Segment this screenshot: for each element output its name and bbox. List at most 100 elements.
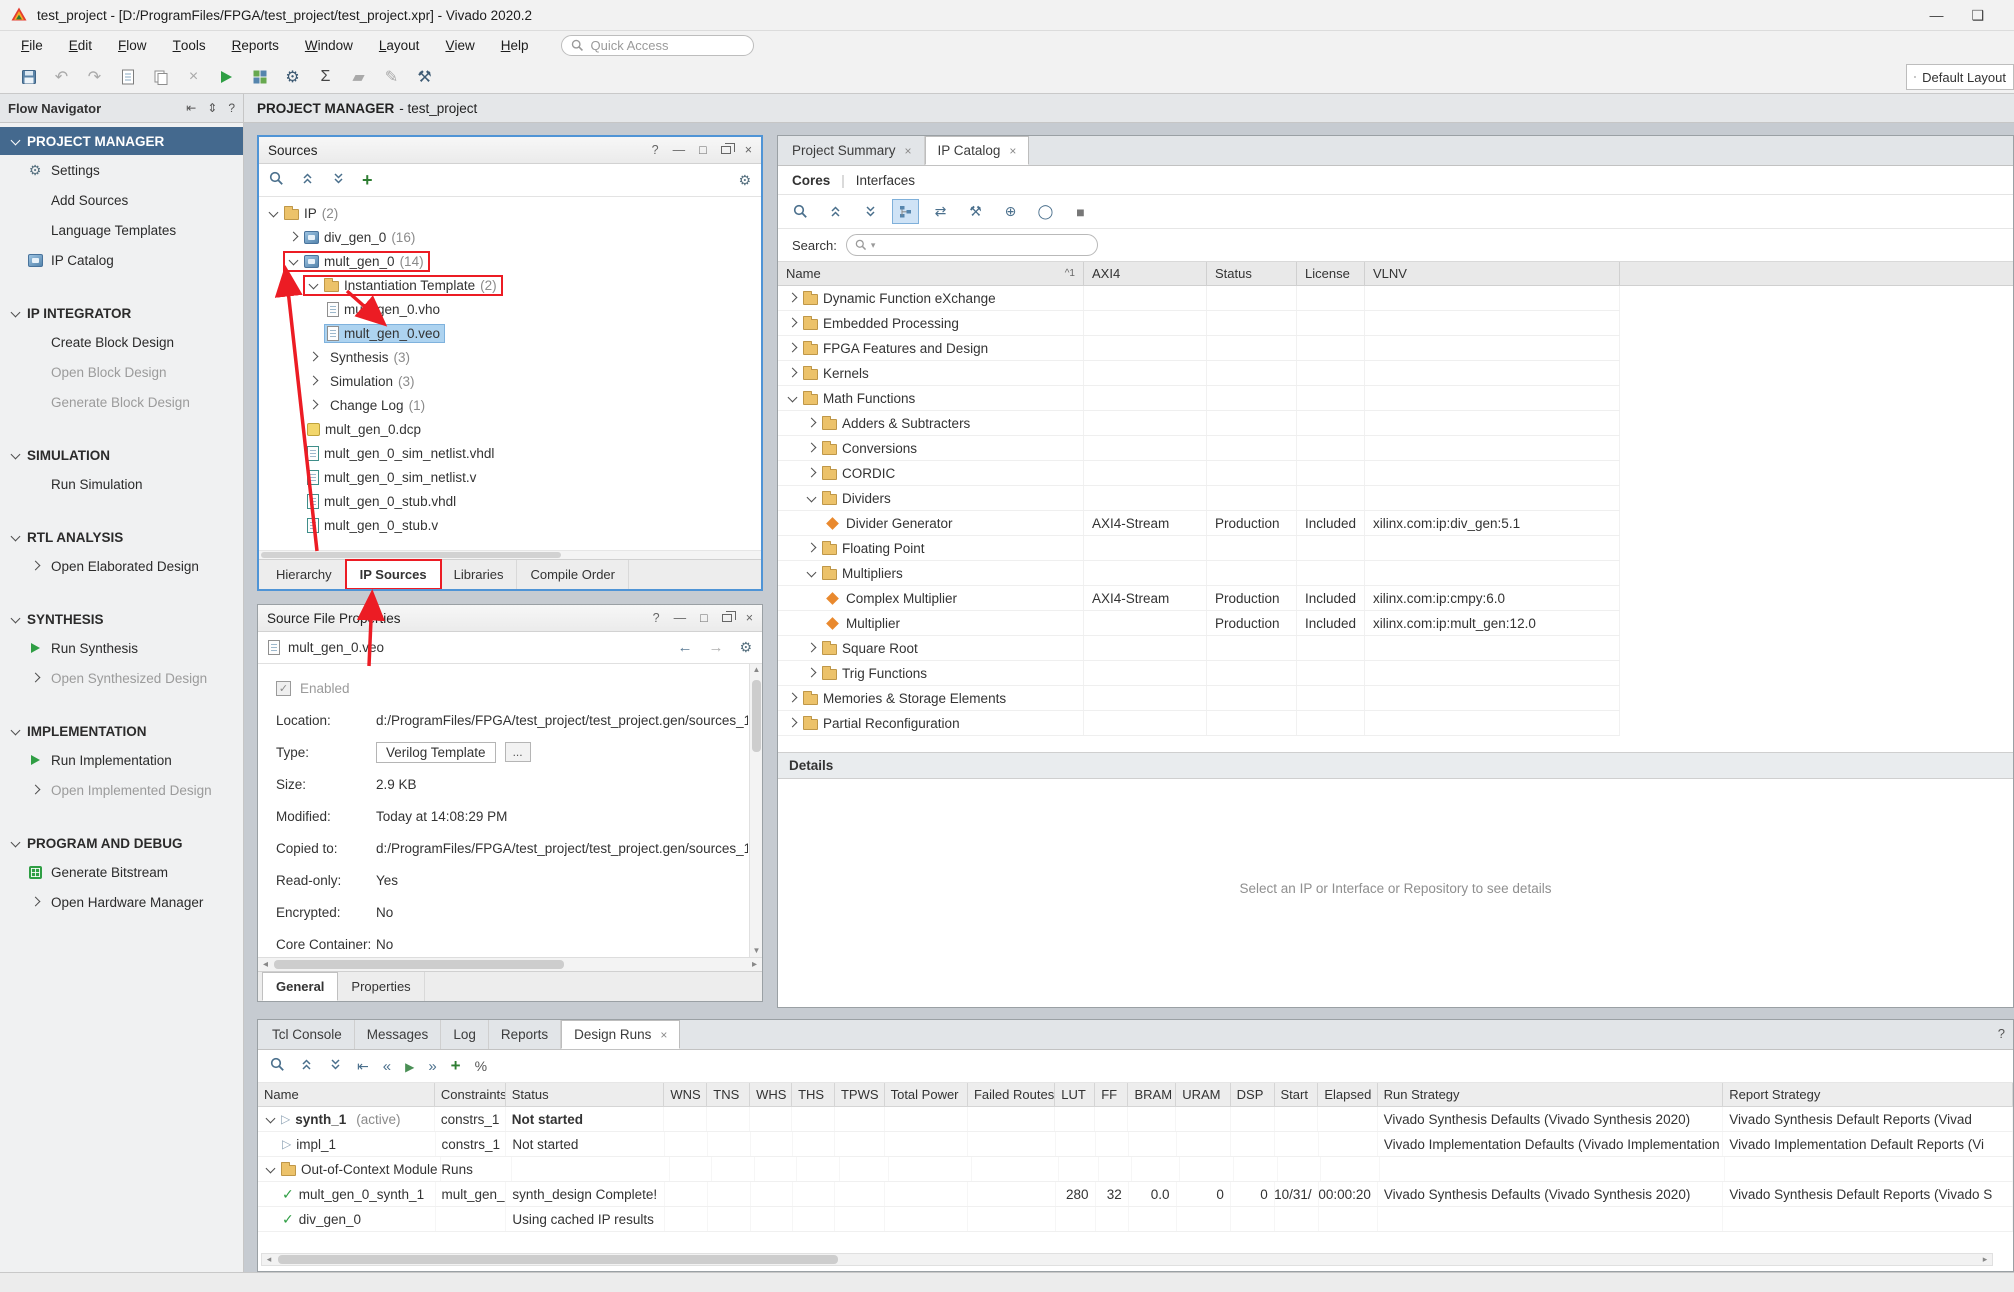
scrollbar-thumb[interactable] — [261, 552, 561, 558]
maximize-button[interactable]: ❑ — [1971, 7, 1984, 24]
column-header-ths[interactable]: THS — [792, 1083, 835, 1106]
flow-item-run-simulation[interactable]: Run Simulation — [0, 469, 243, 499]
tab-ip-catalog[interactable]: IP Catalog× — [925, 136, 1030, 165]
tab-tcl-console[interactable]: Tcl Console — [260, 1020, 355, 1049]
column-header-whs[interactable]: WHS — [750, 1083, 792, 1106]
float-icon[interactable] — [722, 614, 732, 622]
expand-all-button[interactable] — [857, 199, 884, 224]
tab-messages[interactable]: Messages — [355, 1020, 442, 1049]
delete-button[interactable]: × — [177, 63, 210, 90]
column-header-status[interactable]: Status — [506, 1083, 665, 1106]
source-tree-item[interactable]: mult_gen_0_stub.vhdl — [259, 489, 761, 513]
column-header-report-strategy[interactable]: Report Strategy — [1723, 1083, 2013, 1106]
menu-window[interactable]: Window — [292, 31, 366, 60]
column-header-elapsed[interactable]: Elapsed — [1318, 1083, 1377, 1106]
tab-log[interactable]: Log — [441, 1020, 489, 1049]
expander-icon[interactable] — [287, 231, 299, 243]
flow-item-open-block-design[interactable]: Open Block Design — [0, 357, 243, 387]
expander-icon[interactable] — [307, 279, 319, 291]
expander-icon[interactable] — [786, 717, 798, 729]
run-button[interactable] — [210, 63, 243, 90]
design-run-row[interactable]: Out-of-Context Module Runs — [258, 1157, 2013, 1182]
search-dropdown-caret[interactable]: ▾ — [871, 240, 876, 251]
column-header-total-power[interactable]: Total Power — [885, 1083, 968, 1106]
column-header-wns[interactable]: WNS — [664, 1083, 707, 1106]
column-header-dsp[interactable]: DSP — [1231, 1083, 1275, 1106]
column-header-tns[interactable]: TNS — [707, 1083, 750, 1106]
redo-button[interactable]: ↷ — [78, 63, 111, 90]
horizontal-scrollbar[interactable]: ◂ ▸ — [261, 1253, 1993, 1266]
menu-layout[interactable]: Layout — [366, 31, 433, 60]
ip-catalog-row[interactable]: Dividers — [778, 486, 1620, 511]
flow-item-language-templates[interactable]: Language Templates — [0, 215, 243, 245]
expander-icon[interactable] — [9, 135, 21, 147]
run-selected-button[interactable]: ▶ — [405, 1058, 414, 1074]
column-header-tpws[interactable]: TPWS — [835, 1083, 885, 1106]
gear-icon[interactable]: ⚙ — [739, 639, 752, 656]
design-run-row[interactable]: ✓div_gen_0Using cached IP results — [258, 1207, 2013, 1232]
source-tree-item[interactable]: mult_gen_0.veo — [259, 321, 761, 345]
expander-icon[interactable] — [9, 449, 21, 461]
expander-icon[interactable] — [805, 417, 817, 429]
expander-icon[interactable] — [264, 1113, 276, 1125]
scroll-down-icon[interactable]: ▼ — [750, 945, 762, 957]
expand-all-button[interactable] — [331, 171, 346, 189]
column-header-failed-routes[interactable]: Failed Routes — [968, 1083, 1055, 1106]
flow-item-open-hardware-manager[interactable]: Open Hardware Manager — [0, 887, 243, 917]
ip-catalog-row[interactable]: FPGA Features and Design — [778, 336, 1620, 361]
vertical-scrollbar[interactable]: ▲ ▼ — [749, 664, 762, 957]
help-icon[interactable]: ? — [1998, 1026, 2005, 1041]
expander-icon[interactable] — [805, 442, 817, 454]
menu-file[interactable]: File — [8, 31, 56, 60]
expander-icon[interactable] — [805, 642, 817, 654]
expander-icon[interactable] — [786, 342, 798, 354]
expander-icon[interactable] — [786, 317, 798, 329]
expander-icon[interactable] — [786, 292, 798, 304]
scrollbar-thumb[interactable] — [274, 960, 564, 969]
menu-view[interactable]: View — [432, 31, 487, 60]
flow-item-open-implemented-design[interactable]: Open Implemented Design — [0, 775, 243, 805]
search-button[interactable] — [269, 171, 284, 189]
column-header-vlnv[interactable]: VLNV — [1365, 262, 1620, 285]
source-tree-item[interactable]: mult_gen_0(14) — [259, 249, 761, 273]
column-header-run-strategy[interactable]: Run Strategy — [1378, 1083, 1724, 1106]
expander-icon[interactable] — [9, 613, 21, 625]
ip-catalog-row[interactable]: MultiplierProductionIncludedxilinx.com:i… — [778, 611, 1620, 636]
swap-button[interactable]: ⇄ — [927, 199, 954, 224]
blocks-button[interactable] — [243, 63, 276, 90]
expander-icon[interactable] — [805, 667, 817, 679]
tab-close-icon[interactable]: × — [660, 1028, 667, 1042]
property-value-input[interactable]: Verilog Template — [376, 742, 496, 763]
tab-properties[interactable]: Properties — [338, 972, 424, 1001]
minimize-button[interactable]: — — [1929, 7, 1943, 24]
tab-design-runs[interactable]: Design Runs× — [561, 1020, 680, 1049]
tab-hierarchy[interactable]: Hierarchy — [263, 560, 346, 589]
flow-section-simulation[interactable]: SIMULATION — [0, 441, 243, 469]
flow-section-rtl-analysis[interactable]: RTL ANALYSIS — [0, 523, 243, 551]
step-back-button[interactable]: « — [383, 1058, 391, 1075]
source-tree-item[interactable]: mult_gen_0.vho — [259, 297, 761, 321]
source-tree-item[interactable]: Synthesis(3) — [259, 345, 761, 369]
menu-reports[interactable]: Reports — [219, 31, 292, 60]
flow-item-generate-block-design[interactable]: Generate Block Design — [0, 387, 243, 417]
catalog-search-input[interactable]: ▾ — [846, 234, 1098, 256]
go-first-button[interactable]: ⇤ — [357, 1058, 369, 1075]
ip-catalog-row[interactable]: Conversions — [778, 436, 1620, 461]
expander-icon[interactable] — [287, 255, 299, 267]
expander-icon[interactable] — [307, 375, 319, 387]
tab-libraries[interactable]: Libraries — [441, 560, 518, 589]
column-header-license[interactable]: License — [1297, 262, 1365, 285]
horizontal-scrollbar[interactable]: ◂ ▸ — [258, 957, 762, 971]
menu-flow[interactable]: Flow — [105, 31, 160, 60]
column-header-axi4[interactable]: AXI4 — [1084, 262, 1207, 285]
source-tree-item[interactable]: mult_gen_0_stub.v — [259, 513, 761, 537]
sum-button[interactable]: Σ — [309, 63, 342, 90]
settings-button[interactable]: ⚙ — [276, 63, 309, 90]
flow-item-open-synthesized-design[interactable]: Open Synthesized Design — [0, 663, 243, 693]
stop-button[interactable]: ■ — [1067, 199, 1094, 224]
tab-compile-order[interactable]: Compile Order — [517, 560, 629, 589]
tools-button[interactable]: ⚒ — [962, 199, 989, 224]
subtab-cores[interactable]: Cores — [792, 173, 830, 188]
horizontal-scrollbar[interactable] — [259, 550, 761, 559]
collapse-panel-icon[interactable]: ⇤ — [186, 101, 196, 115]
